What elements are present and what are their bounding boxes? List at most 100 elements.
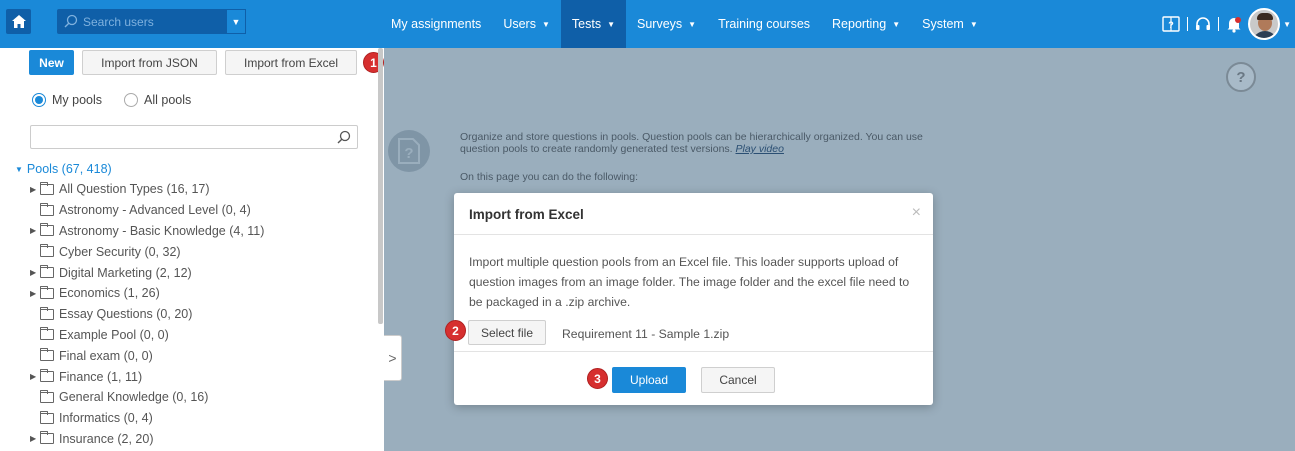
step-badge-3: 3 [587,368,608,389]
search-icon [64,14,78,28]
caret-down-icon[interactable]: ▼ [1283,20,1291,29]
svg-text:?: ? [404,145,413,162]
tree-root-label: Pools (67, 418) [26,162,112,176]
step-badge-2: 2 [445,320,466,341]
home-button[interactable] [6,9,31,34]
pool-search-input[interactable] [30,125,358,149]
folder-icon [40,431,54,445]
caret-down-icon: ▼ [607,19,615,29]
nav-label: Reporting [832,17,887,31]
tree-item[interactable]: Essay Questions (0, 20) [30,304,264,325]
modal-header: Import from Excel × [454,193,933,235]
headset-icon[interactable] [1195,16,1211,32]
nav-training-courses[interactable]: Training courses [707,0,821,48]
tree-item[interactable]: ▶ Insurance (2, 20) [30,429,264,450]
tree-item[interactable]: Example Pool (0, 0) [30,325,264,346]
caret-right-icon[interactable]: ▶ [30,185,40,194]
caret-right-icon[interactable]: ▶ [30,226,40,235]
tree-item-label: Digital Marketing (2, 12) [59,265,192,280]
caret-down-icon[interactable]: ▼ [15,165,23,174]
folder-icon [40,202,54,216]
modal-description: Import multiple question pools from an E… [469,255,910,309]
caret-down-icon: ▼ [541,19,550,29]
divider [1187,17,1189,31]
folder-icon [40,369,54,383]
import-excel-modal: Import from Excel × Import multiple ques… [445,193,933,405]
tree-item-label: Informatics (0, 4) [59,411,153,426]
my-pools-radio[interactable] [32,93,46,107]
caret-right-icon[interactable]: ▶ [30,372,40,381]
nav-tests[interactable]: Tests ▼ [560,0,626,48]
divider [1218,17,1220,31]
tree-item[interactable]: Final exam (0, 0) [30,345,264,366]
pool-tree: ▶ All Question Types (16, 17) Astronomy - … [30,179,264,449]
nav-system[interactable]: System ▼ [911,0,989,48]
search-input[interactable]: Search users [83,15,154,29]
close-icon[interactable]: × [912,204,921,222]
tree-item-label: Final exam (0, 0) [59,348,153,363]
folder-icon [40,223,54,237]
search-icon[interactable] [337,130,351,144]
tree-item-label: Astronomy - Basic Knowledge (4, 11) [59,223,265,238]
folder-icon [40,244,54,258]
folder-icon [40,389,54,403]
book-icon[interactable]: ? [1162,16,1180,32]
top-navbar: Search users ▼ My assignments Users ▼ Tests… [0,0,1295,48]
import-json-button[interactable]: Import from JSON [82,50,217,75]
tree-item[interactable]: ▶ Astronomy - Basic Knowledge (4, 11) [30,221,264,242]
tree-item-label: Insurance (2, 20) [59,431,154,446]
panel-toggle-button[interactable]: > [384,335,402,381]
tree-item[interactable]: ▶ Digital Marketing (2, 12) [30,262,264,283]
cancel-button[interactable]: Cancel [701,367,775,393]
import-excel-button[interactable]: Import from Excel [225,50,357,75]
selected-file-name: Requirement 11 - Sample 1.zip [562,327,730,341]
folder-icon [40,327,54,341]
intro-text-2: On this page you can do the following: [460,171,639,183]
user-avatar[interactable] [1248,8,1281,40]
user-search-box[interactable]: Search users ▼ [57,9,246,34]
nav-my-assignments[interactable]: My assignments [380,0,492,48]
nav-label: Training courses [718,17,811,31]
tree-item[interactable]: General Knowledge (0, 16) [30,387,264,408]
help-button[interactable]: ? [1226,62,1256,92]
caret-right-icon[interactable]: ▶ [30,434,40,443]
scrollbar[interactable] [378,48,383,324]
play-video-link[interactable]: Play video [736,143,784,155]
tree-item-label: All Question Types (16, 17) [59,182,210,197]
tree-item-label: Astronomy - Advanced Level (0, 4) [59,203,251,218]
folder-icon [40,265,54,279]
svg-text:?: ? [1168,20,1174,30]
caret-down-icon: ▼ [688,19,697,29]
upload-button[interactable]: Upload [612,367,686,393]
folder-icon [40,285,54,299]
tree-item-label: Cyber Security (0, 32) [59,244,181,259]
folder-icon [40,181,54,195]
caret-right-icon[interactable]: ▶ [30,289,40,298]
nav-reporting[interactable]: Reporting ▼ [821,0,911,48]
main-nav: My assignments Users ▼ Tests ▼ Surveys ▼ Traini… [380,0,989,48]
tree-item[interactable]: Cyber Security (0, 32) [30,241,264,262]
tree-root[interactable]: ▼ Pools (67, 418) [15,162,112,176]
search-dropdown-button[interactable]: ▼ [226,9,246,34]
tree-item[interactable]: ▶ Finance (1, 11) [30,366,264,387]
chevron-right-icon: > [388,350,397,366]
tree-item[interactable]: ▶ Economics (1, 26) [30,283,264,304]
caret-down-icon: ▼ [892,19,901,29]
nav-users[interactable]: Users ▼ [492,0,561,48]
caret-right-icon[interactable]: ▶ [30,268,40,277]
bell-icon[interactable] [1226,16,1242,33]
folder-icon [40,348,54,362]
nav-surveys[interactable]: Surveys ▼ [626,0,707,48]
new-button[interactable]: New [29,50,74,75]
topbar-tools: ? ▼ [1162,0,1295,48]
tree-item[interactable]: Astronomy - Advanced Level (0, 4) [30,200,264,221]
all-pools-radio[interactable] [124,93,139,107]
tree-item-label: Example Pool (0, 0) [59,327,169,342]
select-file-button[interactable]: Select file [468,320,546,345]
pool-filter: My pools All pools [32,93,191,107]
tree-item[interactable]: Informatics (0, 4) [30,408,264,429]
nav-label: System [922,17,964,31]
tree-item[interactable]: ▶ All Question Types (16, 17) [30,179,264,200]
all-pools-label: All pools [144,93,192,107]
tree-item-label: General Knowledge (0, 16) [59,390,209,405]
